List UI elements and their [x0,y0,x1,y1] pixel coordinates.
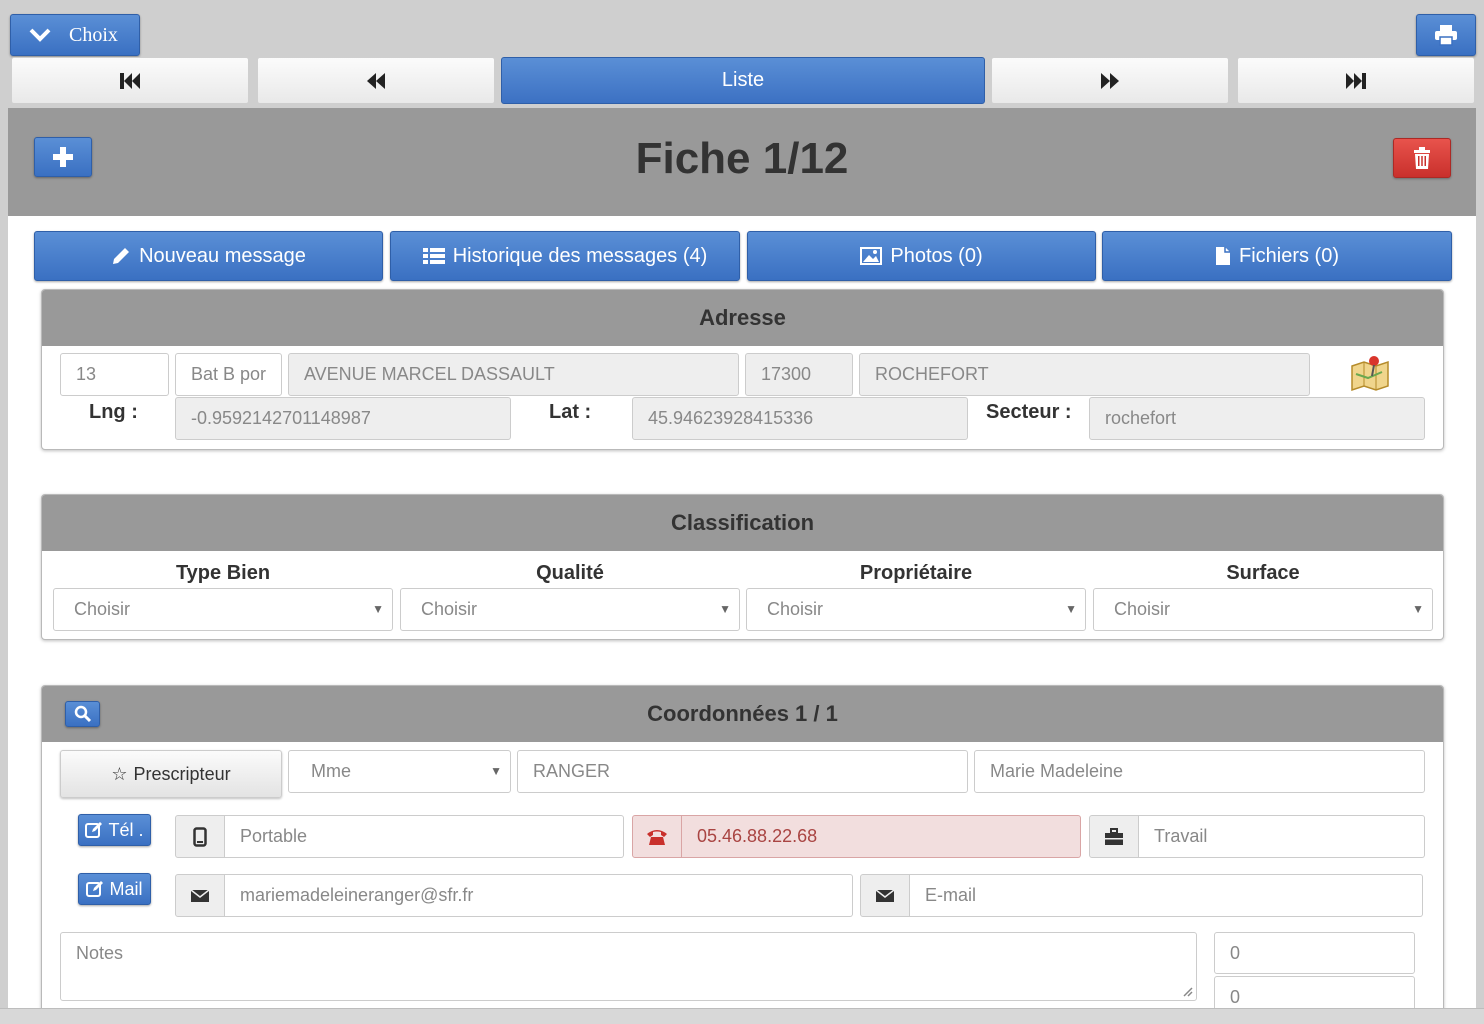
street-number-field[interactable]: 13 [60,353,169,396]
delete-fiche-button[interactable] [1393,138,1451,178]
mobile-phone-icon [175,815,225,858]
choix-label: Choix [69,23,118,46]
classification-title: Classification [42,495,1443,551]
latitude-field[interactable]: 45.94623928415336 [632,397,968,440]
civilite-value: Mme [311,761,351,781]
city-field[interactable]: ROCHEFORT [859,353,1310,396]
type-bien-label: Type Bien [175,562,271,584]
envelope-icon [175,874,225,917]
picture-icon [860,247,883,265]
envelope-icon [860,874,910,917]
notes-textarea[interactable]: Notes [60,932,1197,1001]
address-complement-field[interactable]: Bat B por [175,353,282,396]
next-record-button[interactable] [991,57,1229,104]
choix-dropdown-button[interactable]: Choix [10,14,140,56]
mail-edit-button[interactable]: Mail [78,873,151,905]
search-icon [74,705,91,723]
secondary-email-field[interactable]: E-mail [910,874,1423,917]
phone-icon [632,815,682,858]
dropdown-arrow-icon: ▼ [1412,602,1424,616]
proprietaire-label: Propriétaire [859,562,973,584]
prescripteur-label: Prescripteur [133,763,231,784]
pencil-icon [113,248,130,264]
files-button[interactable]: Fichiers (0) [1102,231,1452,281]
page-title: Fiche 1/12 [635,134,849,183]
list-icon [422,248,445,264]
briefcase-icon [1089,815,1139,858]
photos-label: Photos (0) [890,244,983,267]
count-field-1[interactable]: 0 [1214,932,1415,974]
plus-icon [53,147,73,167]
notes-placeholder: Notes [76,943,124,963]
street-field[interactable]: AVENUE MARCEL DASSAULT [288,353,739,396]
file-icon [1215,247,1230,265]
dropdown-arrow-icon: ▼ [1065,602,1077,616]
qualite-value: Choisir [421,599,478,619]
first-record-button[interactable] [11,57,249,104]
print-icon [1435,25,1457,46]
chevron-down-icon [29,28,51,42]
last-name-field[interactable]: RANGER [517,750,968,793]
type-bien-select[interactable]: Choisir ▼ [53,588,393,631]
map-pin-icon[interactable] [1348,352,1392,392]
lng-label: Lng : [89,401,138,423]
skip-last-icon [1346,72,1366,89]
edit-icon [85,822,103,838]
proprietaire-select[interactable]: Choisir ▼ [746,588,1086,631]
last-record-button[interactable] [1237,57,1475,104]
surface-label: Surface [1226,562,1300,584]
prescripteur-button[interactable]: ☆ Prescripteur [60,750,282,798]
star-icon: ☆ [111,763,128,784]
secteur-field[interactable]: rochefort [1089,397,1425,440]
add-fiche-button[interactable] [34,137,92,177]
new-message-label: Nouveau message [139,244,306,267]
print-button[interactable] [1416,14,1476,56]
photos-button[interactable]: Photos (0) [747,231,1096,281]
previous-record-button[interactable] [257,57,495,104]
dropdown-arrow-icon: ▼ [719,602,731,616]
horizontal-scrollbar[interactable] [0,1008,1484,1024]
message-history-button[interactable]: Historique des messages (4) [390,231,740,281]
proprietaire-value: Choisir [767,599,824,619]
liste-button[interactable]: Liste [501,57,985,104]
trash-icon [1414,147,1430,169]
fast-backward-icon [367,72,385,89]
secteur-label: Secteur : [986,401,1072,423]
mobile-phone-field[interactable]: Portable [225,815,624,858]
liste-label: Liste [721,69,765,91]
home-phone-field[interactable]: 05.46.88.22.68 [682,815,1081,858]
work-phone-field[interactable]: Travail [1139,815,1425,858]
civilite-select[interactable]: Mme ▼ [288,750,511,793]
message-history-label: Historique des messages (4) [452,244,708,267]
surface-value: Choisir [1114,599,1171,619]
tel-edit-button[interactable]: Tél . [78,814,151,846]
type-bien-value: Choisir [74,599,131,619]
edit-icon [86,881,104,897]
lat-label: Lat : [549,401,592,423]
adresse-title: Adresse [42,290,1443,346]
email-field[interactable]: mariemadeleineranger@sfr.fr [225,874,853,917]
surface-select[interactable]: Choisir ▼ [1093,588,1433,631]
files-label: Fichiers (0) [1238,244,1339,267]
tel-label: Tél . [108,819,144,840]
postal-code-field[interactable]: 17300 [745,353,853,396]
longitude-field[interactable]: -0.9592142701148987 [175,397,511,440]
qualite-label: Qualité [536,562,604,584]
skip-first-icon [120,72,140,89]
coordonnees-title: Coordonnées 1 / 1 [42,686,1443,742]
qualite-select[interactable]: Choisir ▼ [400,588,740,631]
resize-handle-icon [1183,987,1193,997]
new-message-button[interactable]: Nouveau message [34,231,383,281]
first-name-field[interactable]: Marie Madeleine [974,750,1425,793]
fast-forward-icon [1101,72,1119,89]
search-contact-button[interactable] [65,701,100,727]
dropdown-arrow-icon: ▼ [490,764,502,778]
dropdown-arrow-icon: ▼ [372,602,384,616]
mail-label: Mail [109,878,143,899]
